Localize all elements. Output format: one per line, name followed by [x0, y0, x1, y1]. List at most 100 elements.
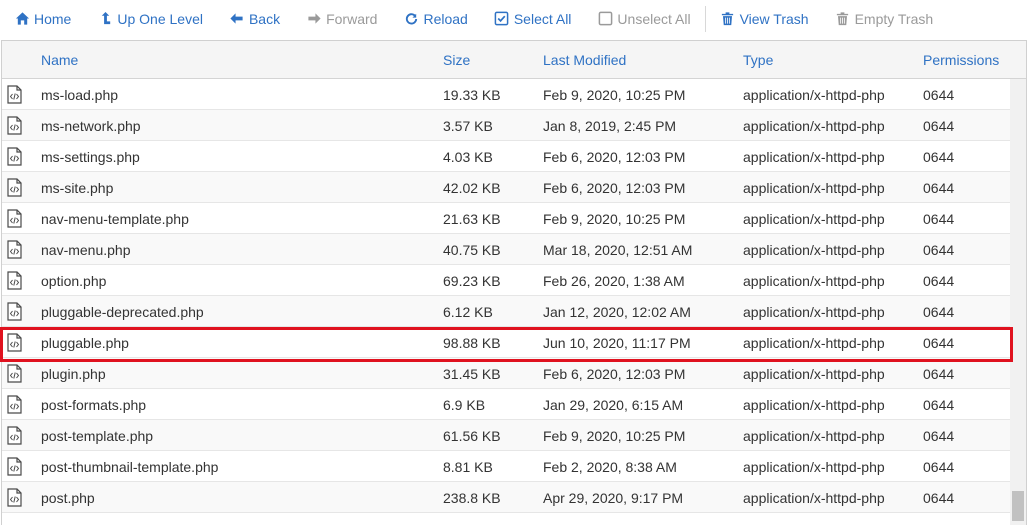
table-row[interactable]: post.php 238.8 KB Apr 29, 2020, 9:17 PM app… — [2, 482, 1010, 513]
table-row[interactable]: post-thumbnail-template.php 8.81 KB Feb 2,… — [2, 451, 1010, 482]
file-size: 42.02 KB — [443, 180, 501, 196]
table-header: Name Size Last Modified Type Permissions — [2, 41, 1026, 79]
vertical-scrollbar[interactable] — [1010, 79, 1026, 525]
table-row[interactable]: ms-network.php 3.57 KB Jan 8, 2019, 2:45 P… — [2, 110, 1010, 141]
table-row[interactable]: post-template.php 61.56 KB Feb 9, 2020, 10… — [2, 420, 1010, 451]
forward-button[interactable]: Forward — [306, 7, 377, 31]
checkbox-checked-icon — [494, 11, 510, 27]
php-file-icon — [7, 240, 22, 259]
file-size: 238.8 KB — [443, 490, 501, 506]
php-file-icon — [7, 209, 22, 228]
file-modified: Mar 18, 2020, 12:51 AM — [543, 242, 693, 258]
back-button[interactable]: Back — [229, 7, 280, 31]
table-row[interactable]: option.php 69.23 KB Feb 26, 2020, 1:38 AM a… — [2, 265, 1010, 296]
column-header-name[interactable]: Name — [41, 52, 78, 68]
php-file-icon — [7, 426, 22, 445]
file-modified: Feb 9, 2020, 10:25 PM — [543, 428, 686, 444]
php-file-icon — [7, 85, 22, 104]
file-type: application/x-httpd-php — [743, 366, 885, 382]
up-one-level-button[interactable]: Up One Level — [97, 7, 203, 31]
table-row[interactable]: plugin.php 31.45 KB Feb 6, 2020, 12:03 PM a… — [2, 358, 1010, 389]
unselect-all-label: Unselect All — [617, 10, 691, 27]
file-size: 6.12 KB — [443, 304, 493, 320]
file-type: application/x-httpd-php — [743, 87, 885, 103]
file-modified: Feb 9, 2020, 10:25 PM — [543, 211, 686, 227]
view-trash-button[interactable]: View Trash — [720, 7, 809, 31]
file-name: pluggable-deprecated.php — [41, 304, 204, 320]
file-modified: Feb 26, 2020, 1:38 AM — [543, 273, 685, 289]
reload-button[interactable]: Reload — [403, 7, 468, 31]
file-permissions: 0644 — [923, 273, 955, 289]
file-size: 98.88 KB — [443, 335, 501, 351]
php-file-icon — [7, 178, 22, 197]
file-name: option.php — [41, 273, 107, 289]
php-file-icon — [7, 395, 22, 414]
up-one-level-label: Up One Level — [117, 10, 203, 27]
file-permissions: 0644 — [923, 304, 955, 320]
php-file-icon — [7, 271, 22, 290]
file-permissions: 0644 — [923, 211, 955, 227]
file-name: ms-settings.php — [41, 149, 140, 165]
file-permissions: 0644 — [923, 397, 955, 413]
file-modified: Feb 6, 2020, 12:03 PM — [543, 366, 686, 382]
scrollbar-thumb[interactable] — [1012, 491, 1024, 521]
column-header-size[interactable]: Size — [443, 52, 470, 68]
home-button[interactable]: Home — [14, 7, 71, 31]
table-row[interactable]: pluggable.php 98.88 KB Jun 10, 2020, 11:17… — [2, 327, 1010, 358]
file-modified: Feb 6, 2020, 12:03 PM — [543, 180, 686, 196]
file-modified: Jan 12, 2020, 12:02 AM — [543, 304, 691, 320]
home-icon — [14, 11, 30, 27]
file-type: application/x-httpd-php — [743, 428, 885, 444]
table-row[interactable]: nav-menu.php 40.75 KB Mar 18, 2020, 12:51 … — [2, 234, 1010, 265]
file-size: 40.75 KB — [443, 242, 501, 258]
file-name: ms-site.php — [41, 180, 114, 196]
php-file-icon — [7, 302, 22, 321]
column-header-permissions[interactable]: Permissions — [923, 52, 999, 68]
table-row[interactable]: ms-site.php 42.02 KB Feb 6, 2020, 12:03 PM… — [2, 172, 1010, 203]
column-header-last-modified[interactable]: Last Modified — [543, 52, 626, 68]
file-permissions: 0644 — [923, 149, 955, 165]
trash-icon — [720, 11, 736, 27]
unselect-all-button[interactable]: Unselect All — [597, 7, 691, 31]
back-label: Back — [248, 10, 281, 27]
file-size: 4.03 KB — [443, 149, 493, 165]
file-name: ms-network.php — [41, 118, 141, 134]
checkbox-empty-icon — [597, 11, 613, 27]
empty-trash-label: Empty Trash — [854, 10, 934, 27]
table-row[interactable]: nav-menu-template.php 21.63 KB Feb 9, 2020… — [2, 203, 1010, 234]
table-row[interactable]: ms-settings.php 4.03 KB Feb 6, 2020, 12:03… — [2, 141, 1010, 172]
table-row[interactable]: ms-load.php 19.33 KB Feb 9, 2020, 10:25 PM… — [2, 79, 1010, 110]
column-header-type[interactable]: Type — [743, 52, 773, 68]
forward-label: Forward — [326, 10, 378, 27]
file-size: 19.33 KB — [443, 87, 501, 103]
file-name: nav-menu-template.php — [41, 211, 189, 227]
table-row[interactable]: post-formats.php 6.9 KB Jan 29, 2020, 6:15… — [2, 389, 1010, 420]
php-file-icon — [7, 457, 22, 476]
empty-trash-button[interactable]: Empty Trash — [835, 7, 934, 31]
file-type: application/x-httpd-php — [743, 304, 885, 320]
file-size: 8.81 KB — [443, 459, 493, 475]
file-type: application/x-httpd-php — [743, 397, 885, 413]
php-file-icon — [7, 488, 22, 507]
file-permissions: 0644 — [923, 335, 955, 351]
file-name: post-thumbnail-template.php — [41, 459, 219, 475]
file-permissions: 0644 — [923, 87, 955, 103]
table-row[interactable]: pluggable-deprecated.php 6.12 KB Jan 12, 2… — [2, 296, 1010, 327]
file-type: application/x-httpd-php — [743, 242, 885, 258]
file-modified: Jun 10, 2020, 11:17 PM — [543, 335, 691, 351]
reload-icon — [403, 11, 419, 27]
php-file-icon — [7, 116, 22, 135]
file-modified: Jan 29, 2020, 6:15 AM — [543, 397, 684, 413]
select-all-label: Select All — [513, 10, 572, 27]
file-table: Name Size Last Modified Type Permissions… — [1, 40, 1027, 525]
file-size: 6.9 KB — [443, 397, 486, 413]
file-type: application/x-httpd-php — [743, 149, 885, 165]
file-permissions: 0644 — [923, 428, 955, 444]
file-modified: Feb 6, 2020, 12:03 PM — [543, 149, 686, 165]
file-type: application/x-httpd-php — [743, 335, 885, 351]
select-all-button[interactable]: Select All — [494, 7, 572, 31]
file-type: application/x-httpd-php — [743, 459, 885, 475]
file-name: ms-load.php — [41, 87, 119, 103]
file-modified: Apr 29, 2020, 9:17 PM — [543, 490, 684, 506]
home-label: Home — [34, 10, 72, 27]
